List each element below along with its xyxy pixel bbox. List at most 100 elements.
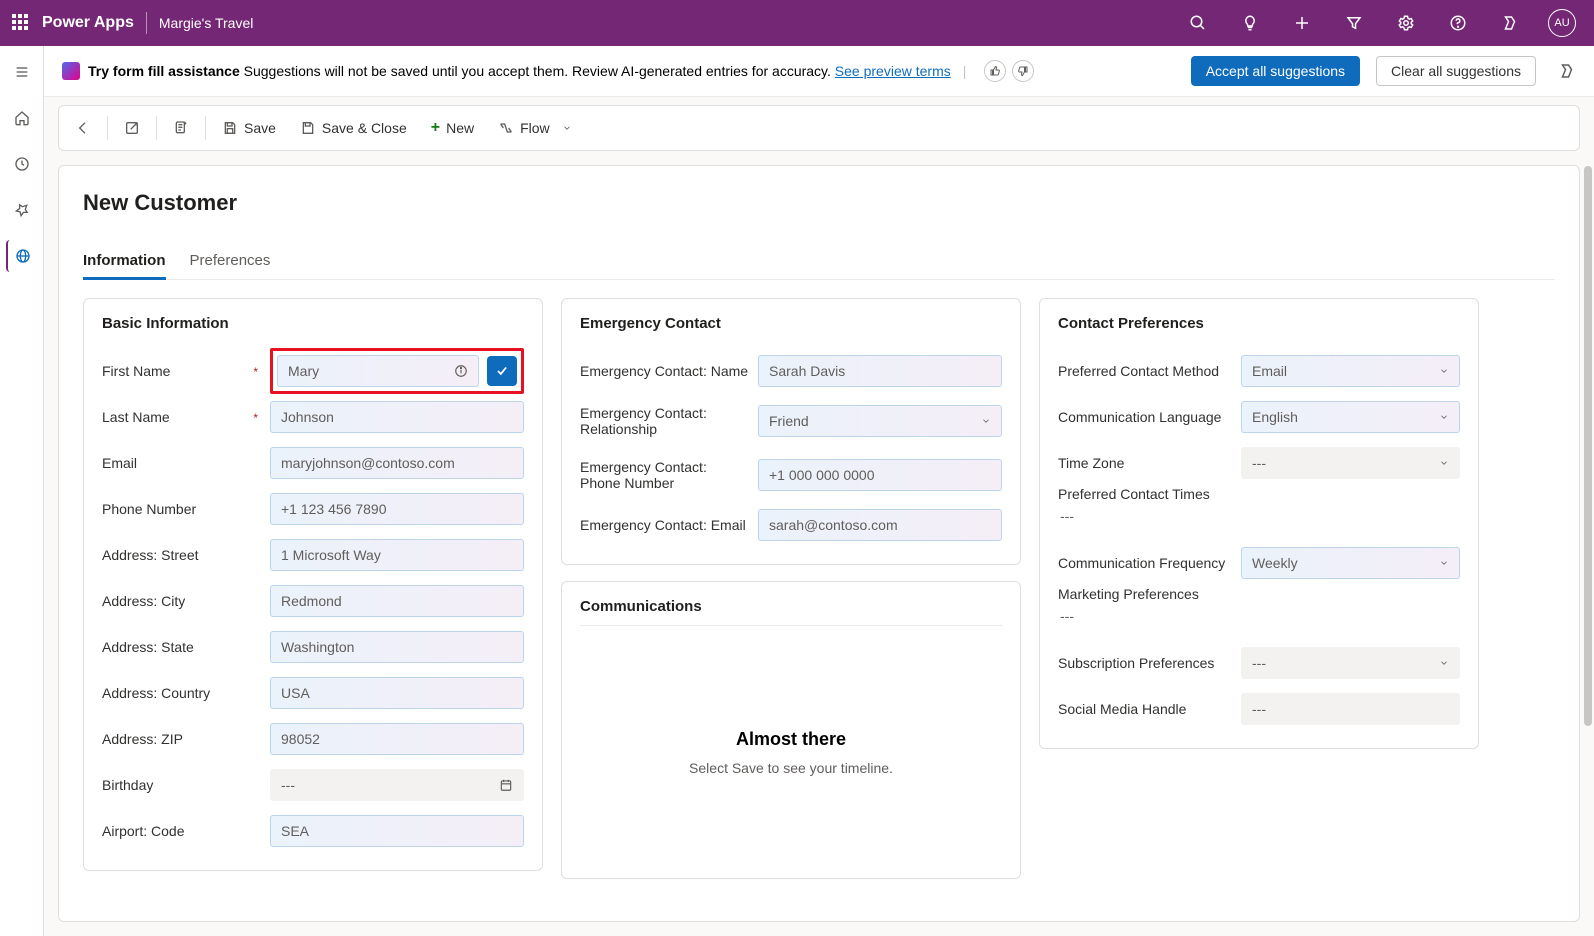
notice-title: Try form fill assistance: [88, 63, 240, 79]
chevron-down-icon: [981, 416, 991, 426]
social-label: Social Media Handle: [1058, 701, 1233, 717]
environment-name[interactable]: Margie's Travel: [159, 15, 253, 31]
state-label: Address: State: [102, 639, 262, 655]
preferences-card: Contact Preferences Preferred Contact Me…: [1039, 298, 1479, 749]
accept-suggestion-button[interactable]: [487, 356, 517, 386]
emerg-phone-label: Emergency Contact: Phone Number: [580, 459, 750, 491]
country-field[interactable]: USA: [270, 677, 524, 709]
thumbs-down-icon[interactable]: [1012, 60, 1034, 82]
save-close-button[interactable]: Save & Close: [290, 114, 417, 142]
state-field[interactable]: Washington: [270, 631, 524, 663]
pin-icon[interactable]: [6, 194, 38, 226]
chevron-down-icon: [1439, 658, 1449, 668]
hamburger-icon[interactable]: [6, 56, 38, 88]
scrollbar[interactable]: [1584, 166, 1592, 786]
chevron-down-icon: [1439, 412, 1449, 422]
record-page: New Customer Information Preferences Bas…: [58, 165, 1580, 922]
tab-preferences[interactable]: Preferences: [190, 244, 271, 279]
city-label: Address: City: [102, 593, 262, 609]
thumbs-up-icon[interactable]: [984, 60, 1006, 82]
home-icon[interactable]: [6, 102, 38, 134]
gear-icon[interactable]: [1386, 0, 1426, 46]
copilot-icon: [62, 62, 80, 80]
first-name-highlight: Mary: [270, 348, 524, 394]
airport-label: Airport: Code: [102, 823, 262, 839]
street-field[interactable]: 1 Microsoft Way: [270, 539, 524, 571]
zip-field[interactable]: 98052: [270, 723, 524, 755]
help-icon[interactable]: [1438, 0, 1478, 46]
communications-card: Communications Almost there Select Save …: [561, 581, 1021, 879]
notice-text: Suggestions will not be saved until you …: [240, 63, 835, 79]
first-name-field[interactable]: Mary: [277, 355, 479, 387]
sub-field[interactable]: ---: [1241, 647, 1460, 679]
tz-field[interactable]: ---: [1241, 447, 1460, 479]
email-label: Email: [102, 455, 262, 471]
accept-all-button[interactable]: Accept all suggestions: [1191, 56, 1360, 86]
method-field[interactable]: Email: [1241, 355, 1460, 387]
chevron-down-icon: [1439, 366, 1449, 376]
calendar-icon[interactable]: [499, 778, 513, 792]
lang-label: Communication Language: [1058, 409, 1233, 425]
open-in-new-icon[interactable]: [114, 114, 150, 142]
info-icon[interactable]: [454, 364, 468, 378]
preview-terms-link[interactable]: See preview terms: [835, 63, 951, 79]
tabs: Information Preferences: [83, 244, 1555, 280]
command-bar: Save Save & Close +New Flow: [58, 105, 1580, 151]
timeline-empty-text: Select Save to see your timeline.: [689, 760, 893, 776]
phone-field[interactable]: +1 123 456 7890: [270, 493, 524, 525]
globe-icon[interactable]: [6, 240, 38, 272]
lang-field[interactable]: English: [1241, 401, 1460, 433]
tab-information[interactable]: Information: [83, 244, 166, 280]
country-label: Address: Country: [102, 685, 262, 701]
city-field[interactable]: Redmond: [270, 585, 524, 617]
form-assist-icon[interactable]: [163, 114, 199, 142]
freq-field[interactable]: Weekly: [1241, 547, 1460, 579]
times-value[interactable]: ---: [1058, 504, 1076, 528]
avatar[interactable]: AU: [1542, 0, 1582, 46]
email-field[interactable]: maryjohnson@contoso.com: [270, 447, 524, 479]
preferences-heading: Contact Preferences: [1058, 315, 1460, 332]
social-field[interactable]: ---: [1241, 693, 1460, 725]
save-button[interactable]: Save: [212, 114, 286, 142]
mkt-value[interactable]: ---: [1058, 604, 1076, 628]
method-label: Preferred Contact Method: [1058, 363, 1233, 379]
waffle-icon[interactable]: [12, 14, 30, 32]
emerg-email-label: Emergency Contact: Email: [580, 517, 750, 533]
basic-info-heading: Basic Information: [102, 315, 524, 332]
nav-rail: [0, 46, 44, 936]
communications-heading: Communications: [580, 598, 1002, 626]
app-name: Power Apps: [42, 14, 134, 32]
basic-info-card: Basic Information First Name Mary: [83, 298, 543, 871]
page-title: New Customer: [83, 190, 1555, 216]
header-divider: [146, 12, 147, 34]
add-icon[interactable]: [1282, 0, 1322, 46]
emerg-name-field[interactable]: Sarah Davis: [758, 355, 1002, 387]
filter-icon[interactable]: [1334, 0, 1374, 46]
flow-button[interactable]: Flow: [488, 114, 582, 142]
emerg-phone-field[interactable]: +1 000 000 0000: [758, 459, 1002, 491]
first-name-label: First Name: [102, 363, 262, 379]
sub-label: Subscription Preferences: [1058, 655, 1233, 671]
ai-notice-bar: Try form fill assistance Suggestions wil…: [44, 46, 1594, 97]
zip-label: Address: ZIP: [102, 731, 262, 747]
airport-field[interactable]: SEA: [270, 815, 524, 847]
copilot-pane-icon[interactable]: [1558, 62, 1576, 80]
emerg-email-field[interactable]: sarah@contoso.com: [758, 509, 1002, 541]
lightbulb-icon[interactable]: [1230, 0, 1270, 46]
freq-label: Communication Frequency: [1058, 555, 1233, 571]
back-button[interactable]: [65, 114, 101, 142]
times-label: Preferred Contact Times: [1058, 486, 1210, 502]
new-button[interactable]: +New: [421, 113, 484, 143]
birthday-field[interactable]: ---: [270, 769, 524, 801]
emerg-rel-field[interactable]: Friend: [758, 405, 1002, 437]
recent-icon[interactable]: [6, 148, 38, 180]
copilot-header-icon[interactable]: [1490, 0, 1530, 46]
last-name-field[interactable]: Johnson: [270, 401, 524, 433]
emerg-name-label: Emergency Contact: Name: [580, 363, 750, 379]
street-label: Address: Street: [102, 547, 262, 563]
tz-label: Time Zone: [1058, 455, 1233, 471]
last-name-label: Last Name: [102, 409, 262, 425]
chevron-down-icon: [1439, 458, 1449, 468]
clear-all-button[interactable]: Clear all suggestions: [1376, 56, 1536, 86]
search-icon[interactable]: [1178, 0, 1218, 46]
